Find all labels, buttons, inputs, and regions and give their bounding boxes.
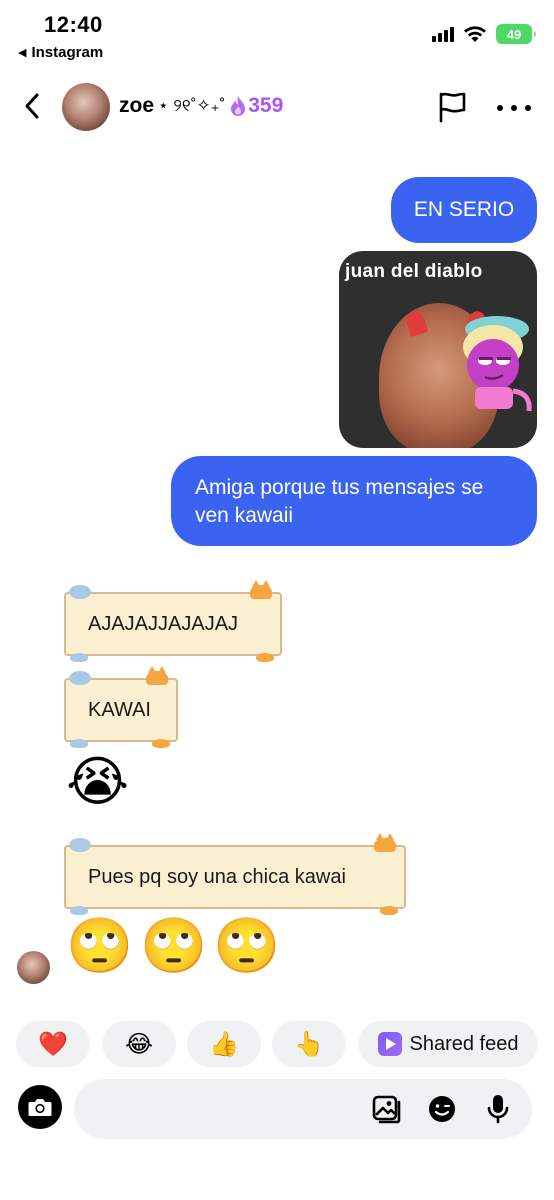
cat-decoration-icon xyxy=(250,580,272,599)
paw-decoration-icon xyxy=(152,739,170,748)
paw-decoration-icon xyxy=(70,739,88,748)
contact-name-row[interactable]: zoe ⋆ ୨୧˚✧₊˚ 359 xyxy=(119,94,283,118)
message-text: EN SERIO xyxy=(413,198,515,221)
sticker-button[interactable] xyxy=(426,1093,458,1125)
microphone-button[interactable] xyxy=(482,1093,514,1125)
dot xyxy=(497,105,503,111)
heart-icon: ❤️ xyxy=(38,1030,68,1058)
outgoing-message[interactable]: EN SERIO xyxy=(391,177,537,243)
point-up-icon: 👆 xyxy=(294,1030,324,1058)
battery-level: 49 xyxy=(506,26,522,42)
laughing-emoji-icon: 😂 xyxy=(124,1030,154,1058)
paw-decoration-icon xyxy=(256,653,274,662)
cellular-signal-icon xyxy=(432,26,454,42)
photo-caption: juan del diablo xyxy=(345,261,483,282)
flag-icon xyxy=(439,92,466,123)
incoming-message[interactable]: KAWAI xyxy=(64,666,178,748)
shared-feed-button[interactable]: Shared feed xyxy=(358,1021,538,1067)
dog-decoration-icon xyxy=(69,585,91,599)
quick-reaction-heart[interactable]: ❤️ xyxy=(16,1021,90,1067)
contact-avatar[interactable] xyxy=(62,83,110,131)
sticker-icon xyxy=(429,1096,455,1122)
dot xyxy=(511,105,517,111)
dog-decoration-icon xyxy=(69,671,91,685)
status-time: 12:40 xyxy=(44,12,103,37)
dog-decoration-icon xyxy=(69,838,91,852)
contact-name: zoe xyxy=(119,94,155,117)
incoming-emoji-message[interactable]: 🙄 xyxy=(140,919,207,973)
streak-badge: 359 xyxy=(229,94,283,118)
status-icons: 49 xyxy=(432,24,536,44)
wifi-icon xyxy=(464,26,486,42)
incoming-emoji-message[interactable]: 🙄 xyxy=(66,919,133,973)
message-text: KAWAI xyxy=(88,698,151,721)
camera-button[interactable] xyxy=(18,1085,62,1129)
back-app-label: Instagram xyxy=(31,44,104,61)
message-text: Amiga porque tus mensajes se ven kawaii xyxy=(195,476,484,527)
back-triangle-icon: ◀ xyxy=(18,47,27,59)
thumbs-up-icon: 👍 xyxy=(209,1030,239,1058)
cat-decoration-icon xyxy=(374,833,396,852)
battery-indicator: 49 xyxy=(496,24,536,44)
incoming-message[interactable]: Pues pq soy una chica kawai xyxy=(64,833,406,915)
streak-count: 359 xyxy=(248,94,284,117)
chat-header: zoe ⋆ ୨୧˚✧₊˚ 359 xyxy=(0,76,554,138)
back-button[interactable] xyxy=(16,90,48,122)
quick-reaction-point-up[interactable]: 👆 xyxy=(272,1021,346,1067)
outgoing-photo-message[interactable]: juan del diablo xyxy=(339,251,537,448)
report-flag-button[interactable] xyxy=(435,90,469,124)
back-to-app-link[interactable]: ◀ Instagram xyxy=(18,44,103,61)
shared-feed-icon xyxy=(377,1032,402,1056)
purple-character-sticker xyxy=(463,316,532,412)
gallery-icon xyxy=(372,1095,401,1124)
message-composer xyxy=(74,1079,532,1139)
quick-reaction-thumbs-up[interactable]: 👍 xyxy=(187,1021,261,1067)
message-text: AJAJAJJAJAJAJ xyxy=(88,612,239,635)
gallery-button[interactable] xyxy=(371,1093,403,1125)
message-input[interactable] xyxy=(94,1089,364,1129)
incoming-emoji-message[interactable]: 🙄 xyxy=(213,919,280,973)
cat-decoration-icon xyxy=(146,666,168,685)
shared-feed-label: Shared feed xyxy=(409,1032,519,1055)
status-bar: 12:40 ◀ Instagram 49 xyxy=(0,0,554,70)
outgoing-message[interactable]: Amiga porque tus mensajes se ven kawaii xyxy=(171,456,537,546)
message-text: Pues pq soy una chica kawai xyxy=(88,865,346,888)
dot xyxy=(525,105,531,111)
microphone-icon xyxy=(487,1095,509,1124)
paw-decoration-icon xyxy=(380,906,398,915)
quick-reaction-laugh[interactable]: 😂 xyxy=(102,1021,176,1067)
fire-icon xyxy=(231,96,246,116)
incoming-message[interactable]: AJAJAJJAJAJAJ xyxy=(64,580,282,662)
name-decoration: ⋆ ୨୧˚✧₊˚ xyxy=(158,96,226,115)
more-options-button[interactable] xyxy=(497,98,531,118)
chevron-left-icon xyxy=(25,93,39,119)
incoming-emoji-message[interactable]: 😭 xyxy=(66,755,129,809)
camera-icon xyxy=(28,1099,52,1116)
sender-avatar[interactable] xyxy=(17,951,50,984)
paw-decoration-icon xyxy=(70,653,88,662)
